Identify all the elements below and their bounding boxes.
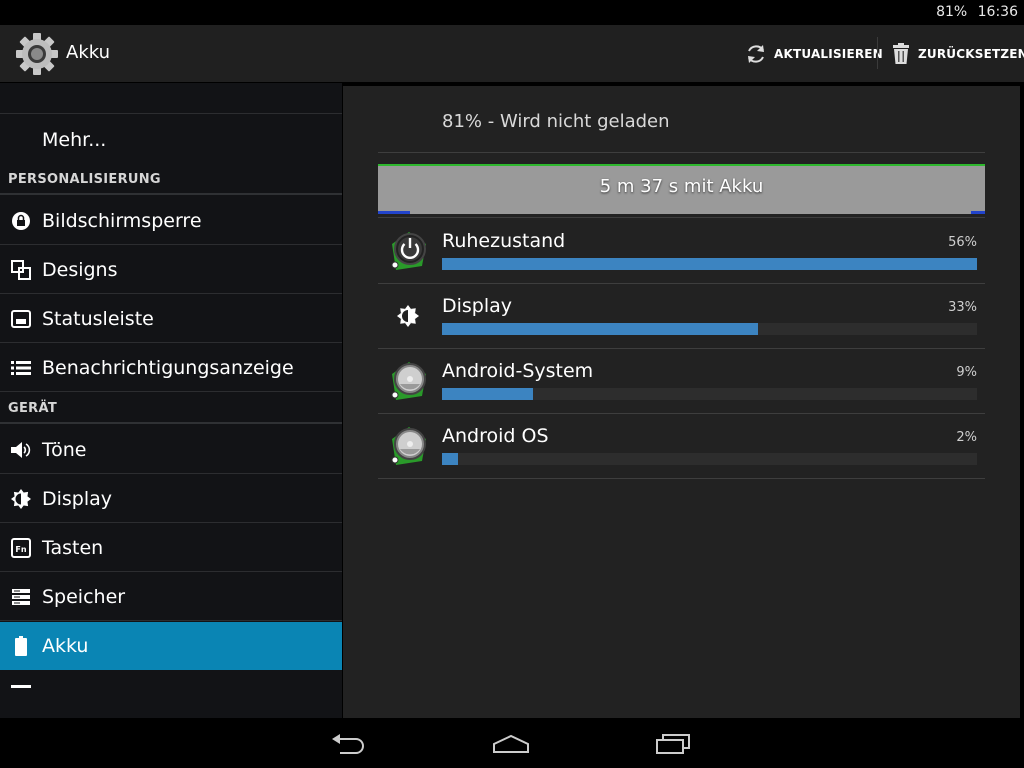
usage-bar [442, 388, 977, 400]
sidebar-item-label: Mehr... [42, 129, 107, 151]
section-divider [0, 422, 342, 424]
usage-percent: 9% [956, 365, 977, 380]
battery-level: 81% [936, 4, 968, 20]
usage-percent: 2% [956, 430, 977, 445]
sidebar-item-mehr[interactable]: Mehr... [0, 116, 342, 164]
themes-icon [11, 259, 31, 280]
status-bar: 81% 16:36 [0, 0, 1024, 25]
trash-icon [893, 43, 909, 64]
usage-bar-fill [442, 453, 459, 465]
usage-row-ruhezustand[interactable]: Ruhezustand 56% [378, 218, 985, 284]
android-system-icon [391, 362, 426, 400]
sidebar-item-bildschirmsperre[interactable]: Bildschirmsperre [0, 197, 342, 245]
usage-row-display[interactable]: Display 33% [378, 283, 985, 349]
reset-button[interactable]: ZURÜCKSETZEN [890, 39, 1024, 69]
graph-baseline [378, 211, 985, 214]
sidebar-item-akku[interactable]: Akku [0, 622, 342, 670]
statusbar-icon [11, 309, 31, 328]
refresh-icon [748, 45, 764, 63]
usage-bar-fill [442, 388, 533, 400]
usage-bar [442, 258, 977, 270]
sidebar-item-label: Töne [42, 438, 87, 461]
recents-icon [656, 734, 690, 754]
sidebar-item-partial[interactable] [0, 671, 342, 718]
sidebar-item-designs[interactable]: Designs [0, 246, 342, 294]
graph-charge-line [378, 164, 985, 166]
storage-icon [12, 588, 30, 605]
sidebar-item-label: Designs [42, 258, 118, 281]
time-on-battery: 5 m 37 s mit Akku [599, 176, 764, 197]
sidebar-item-label: Akku [42, 634, 89, 657]
brightness-icon [397, 305, 419, 327]
usage-name: Android OS [442, 425, 549, 447]
status-info: 81% 16:36 [930, 4, 1018, 20]
sidebar-item-benachrichtigungsanzeige[interactable]: Benachrichtigungsanzeige [0, 344, 342, 392]
refresh-button[interactable]: AKTUALISIEREN [744, 39, 883, 69]
usage-bar [442, 453, 977, 465]
svg-text:Fn: Fn [15, 545, 26, 554]
usage-name: Ruhezustand [442, 230, 566, 252]
sidebar-item-speicher[interactable]: Speicher [0, 573, 342, 621]
sidebar-item-toene[interactable]: Töne [0, 426, 342, 474]
sidebar-item-top[interactable] [0, 83, 342, 114]
home-button[interactable] [481, 726, 541, 762]
section-header-personalisierung: PERSONALISIERUNG [8, 172, 161, 187]
section-header-geraet: GERÄT [8, 401, 57, 416]
usage-name: Display [442, 295, 513, 317]
sidebar-item-label: Speicher [42, 585, 126, 608]
reset-label: ZURÜCKSETZEN [918, 47, 1024, 61]
sidebar-item-label: Display [42, 487, 113, 510]
home-icon [493, 734, 529, 753]
battery-status: 81% - Wird nicht geladen [442, 111, 670, 132]
speaker-icon [11, 441, 31, 458]
partial-icon [11, 685, 31, 688]
usage-percent: 33% [948, 300, 977, 315]
action-divider [877, 37, 878, 69]
navigation-bar [0, 718, 1024, 768]
battery-history-graph[interactable]: 5 m 37 s mit Akku [378, 164, 985, 214]
sidebar-item-tasten[interactable]: Fn Tasten [0, 524, 342, 572]
usage-bar-fill [442, 258, 977, 270]
page-title: Akku [66, 42, 111, 63]
sidebar-item-label: Statusleiste [42, 307, 154, 330]
usage-percent: 56% [948, 235, 977, 250]
usage-name: Android-System [442, 360, 594, 382]
sidebar-item-display[interactable]: Display [0, 475, 342, 523]
back-icon [332, 734, 364, 754]
refresh-label: AKTUALISIEREN [774, 47, 883, 61]
android-os-icon [391, 427, 426, 465]
fn-key-icon: Fn [11, 537, 31, 558]
brightness-icon [11, 488, 31, 509]
section-divider [0, 193, 342, 195]
battery-detail-panel: 81% - Wird nicht geladen 5 m 37 s mit Ak… [343, 86, 1020, 718]
sidebar-item-label: Tasten [42, 536, 104, 559]
list-icon [11, 360, 31, 375]
sidebar-item-statusleiste[interactable]: Statusleiste [0, 295, 342, 343]
usage-bar [442, 323, 977, 335]
settings-sidebar: Mehr... PERSONALISIERUNG Bildschirmsperr… [0, 83, 342, 718]
power-icon [391, 232, 426, 270]
sidebar-item-label: Bildschirmsperre [42, 209, 202, 232]
divider [378, 152, 985, 153]
recents-button[interactable] [643, 726, 703, 762]
battery-icon [15, 635, 27, 656]
clock: 16:36 [977, 4, 1018, 20]
usage-row-android-system[interactable]: Android-System 9% [378, 348, 985, 414]
settings-gear-icon[interactable] [14, 31, 60, 77]
lock-icon [12, 211, 30, 230]
usage-row-android-os[interactable]: Android OS 2% [378, 413, 985, 479]
action-bar: Akku AKTUALISIEREN ZURÜCKSETZEN [0, 25, 1024, 83]
sidebar-item-label: Benachrichtigungsanzeige [42, 356, 294, 379]
back-button[interactable] [318, 726, 378, 762]
usage-bar-fill [442, 323, 758, 335]
